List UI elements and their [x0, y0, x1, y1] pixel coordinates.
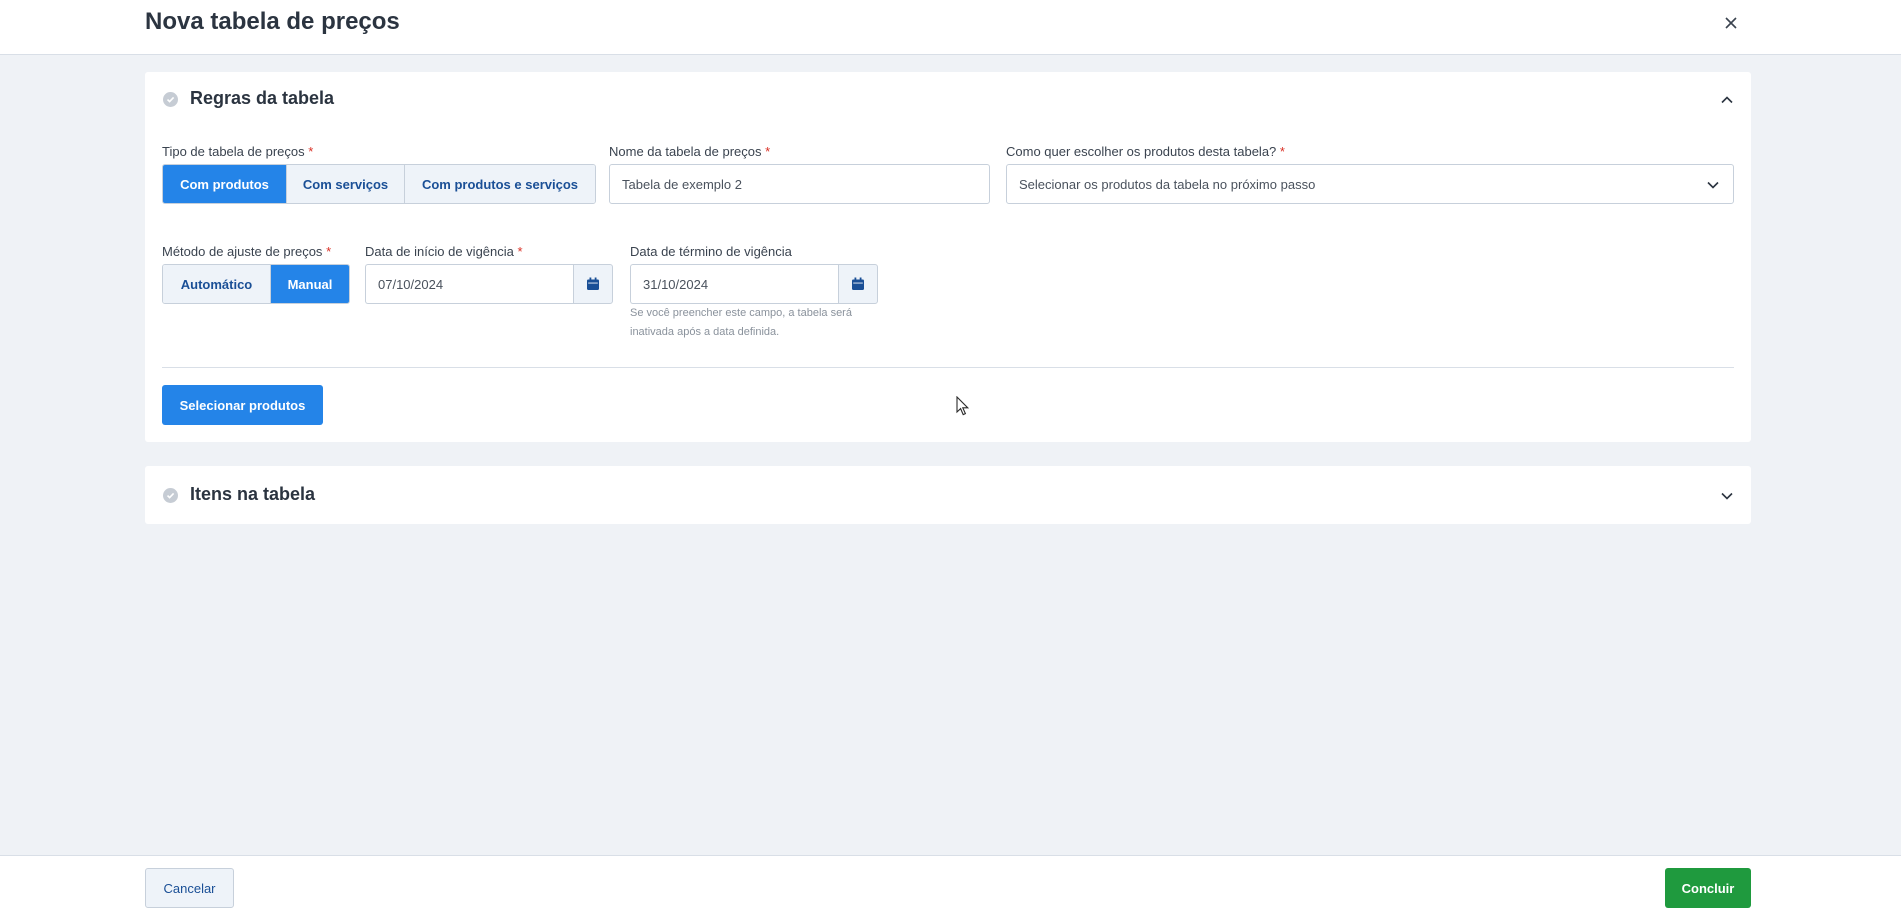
select-products-button[interactable]: Selecionar produtos [162, 385, 323, 425]
end-date-calendar-button[interactable] [838, 264, 878, 304]
end-date-input[interactable]: 31/10/2024 [630, 264, 838, 304]
table-name-input[interactable]: Tabela de exemplo 2 [609, 164, 990, 204]
type-option-products[interactable]: Com produtos [163, 165, 287, 203]
table-name-label: Nome da tabela de preços * [609, 144, 771, 159]
start-date-field: 07/10/2024 [365, 264, 613, 304]
price-table-type-label: Tipo de tabela de preços * [162, 144, 314, 159]
chevron-down-icon [1707, 181, 1719, 189]
start-date-calendar-button[interactable] [573, 264, 613, 304]
product-choice-value: Selecionar os produtos da tabela no próx… [1019, 176, 1316, 192]
end-date-hint: Se você preencher este campo, a tabela s… [630, 307, 852, 338]
rules-card: Regras da tabela Tipo de tabela de preço… [145, 72, 1751, 442]
done-button[interactable]: Concluir [1665, 868, 1751, 908]
mouse-cursor-icon [956, 396, 970, 416]
product-choice-select[interactable]: Selecionar os produtos da tabela no próx… [1006, 164, 1734, 204]
adjust-option-manual[interactable]: Manual [271, 265, 349, 303]
type-option-products-and-services[interactable]: Com produtos e serviços [405, 165, 595, 203]
section-divider [162, 367, 1734, 368]
items-section-title: Itens na tabela [190, 484, 316, 504]
close-button[interactable] [1718, 10, 1744, 36]
start-date-input[interactable]: 07/10/2024 [365, 264, 573, 304]
modal-footer: Cancelar Concluir [0, 855, 1901, 915]
chevron-up-icon[interactable] [1719, 92, 1735, 108]
cancel-button[interactable]: Cancelar [145, 868, 234, 908]
calendar-icon [852, 277, 864, 290]
rules-section-header[interactable]: Regras da tabela [163, 88, 334, 109]
product-choice-label: Como quer escolher os produtos desta tab… [1006, 144, 1285, 159]
end-date-field: 31/10/2024 [630, 264, 878, 304]
end-date-label: Data de término de vigência [630, 244, 792, 259]
check-circle-icon [163, 92, 178, 107]
check-circle-icon [163, 488, 178, 503]
type-option-services[interactable]: Com serviços [287, 165, 405, 203]
rules-section-title: Regras da tabela [190, 88, 335, 108]
close-icon [1725, 17, 1737, 29]
items-section-header[interactable]: Itens na tabela [163, 484, 315, 505]
adjust-option-automatic[interactable]: Automático [163, 265, 271, 303]
start-date-label: Data de início de vigência * [365, 244, 523, 259]
chevron-down-icon[interactable] [1719, 488, 1735, 504]
modal-header: Nova tabela de preços [0, 0, 1901, 55]
adjust-method-label: Método de ajuste de preços * [162, 244, 332, 259]
items-card: Itens na tabela [145, 466, 1751, 524]
calendar-icon [587, 277, 599, 290]
adjust-method-toggle: Automático Manual [162, 264, 350, 304]
price-table-type-toggle: Com produtos Com serviços Com produtos e… [162, 164, 596, 204]
page-title: Nova tabela de preços [145, 8, 400, 35]
